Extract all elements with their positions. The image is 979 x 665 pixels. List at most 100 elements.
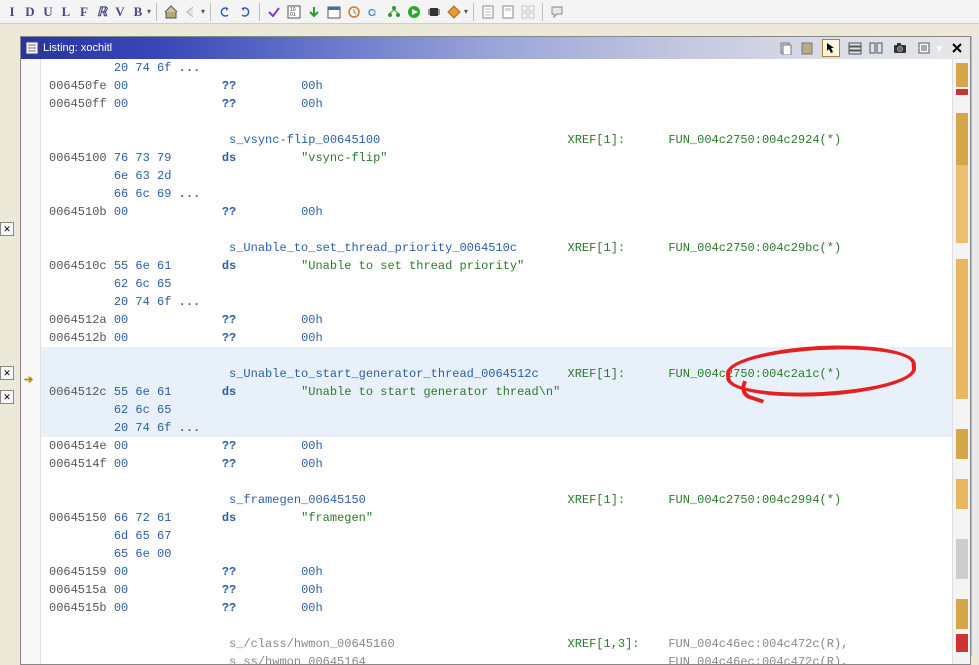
collapsed-panel-close[interactable]: ✕ [0, 222, 14, 236]
listing-row[interactable]: 0064514f 00 ?? 00h [41, 455, 952, 473]
listing-row[interactable]: s_ss/hwmon_00645164 FUN_004c46ec:004c472… [41, 653, 952, 664]
listing-row[interactable]: s_Unable_to_set_thread_priority_0064510c… [41, 239, 952, 257]
filter-letter-U[interactable]: U [40, 3, 56, 21]
cf-icon[interactable]: Cf [365, 3, 383, 21]
symbol-label[interactable]: s_Unable_to_set_thread_priority_0064510c [229, 241, 567, 255]
symbol-label[interactable]: s_framegen_00645150 [229, 493, 567, 507]
listing-row[interactable]: 20 74 6f ... [41, 419, 952, 437]
address[interactable]: 00645150 [49, 511, 114, 525]
listing-code-area[interactable]: 20 74 6f ...006450fe 00 ?? 00h006450ff 0… [41, 59, 952, 664]
collapsed-panel-close[interactable]: ✕ [0, 366, 14, 380]
dropdown-icon[interactable]: ▾ [201, 7, 205, 16]
address[interactable]: 0064515a [49, 583, 114, 597]
listing-row[interactable]: 66 6c 69 ... [41, 185, 952, 203]
listing-row[interactable]: s_Unable_to_start_generator_thread_00645… [41, 365, 952, 383]
history-icon[interactable] [345, 3, 363, 21]
dropdown-icon[interactable]: ▾ [464, 7, 468, 16]
address[interactable]: 0064510b [49, 205, 114, 219]
address[interactable] [49, 529, 114, 543]
cursor-icon[interactable] [822, 39, 840, 57]
listing-row[interactable]: s_vsync-flip_00645100 XREF[1]: FUN_004c2… [41, 131, 952, 149]
address[interactable]: 0064515b [49, 601, 114, 615]
filter-letter-F[interactable]: F [76, 3, 92, 21]
xref-link[interactable]: FUN_004c2750:004c2994(*) [668, 493, 841, 507]
listing-row[interactable]: 0064514e 00 ?? 00h [41, 437, 952, 455]
arrow-down-green-icon[interactable] [305, 3, 323, 21]
diff-icon[interactable] [867, 39, 885, 57]
symbol-label[interactable]: s_vsync-flip_00645100 [229, 133, 567, 147]
xref-link[interactable]: FUN_004c2750:004c2a1c(*) [668, 367, 841, 381]
symbol-label[interactable]: s_Unable_to_start_generator_thread_00645… [229, 367, 567, 381]
filter-letter-B[interactable]: B [130, 3, 146, 21]
address[interactable]: 0064510c [49, 259, 114, 273]
filter-letter-V[interactable]: V [112, 3, 128, 21]
more-indicator[interactable]: ... [179, 295, 201, 309]
address[interactable]: 00645100 [49, 151, 114, 165]
address[interactable] [49, 403, 114, 417]
chat-icon[interactable] [548, 3, 566, 21]
listing-row[interactable]: 0064515a 00 ?? 00h [41, 581, 952, 599]
address[interactable]: 0064512b [49, 331, 114, 345]
copy-icon[interactable] [777, 39, 795, 57]
listing-row[interactable]: 0064510c 55 6e 61 ds "Unable to set thre… [41, 257, 952, 275]
xref-link[interactable]: FUN_004c46ec:004c472c(R), [668, 655, 848, 664]
xref-link[interactable]: FUN_004c2750:004c2924(*) [668, 133, 841, 147]
address[interactable]: 0064514f [49, 457, 114, 471]
sheet-icon[interactable] [479, 3, 497, 21]
menu-icon[interactable] [915, 39, 933, 57]
string-operand[interactable]: "framegen" [301, 511, 373, 525]
string-operand[interactable]: "Unable to set thread priority" [301, 259, 524, 273]
listing-row[interactable] [41, 347, 952, 365]
check-icon[interactable] [265, 3, 283, 21]
address[interactable] [49, 187, 114, 201]
listing-row[interactable]: 00645100 76 73 79 ds "vsync-flip" [41, 149, 952, 167]
listing-row[interactable]: 00645150 66 72 61 ds "framegen" [41, 509, 952, 527]
calendar-icon[interactable] [325, 3, 343, 21]
more-indicator[interactable]: ... [179, 421, 201, 435]
address[interactable] [49, 547, 114, 561]
listing-row[interactable]: 0064512c 55 6e 61 ds "Unable to start ge… [41, 383, 952, 401]
listing-row[interactable]: 0064510b 00 ?? 00h [41, 203, 952, 221]
filter-letter-K[interactable]: ℝ [94, 3, 110, 21]
listing-row[interactable]: 62 6c 65 [41, 275, 952, 293]
address[interactable]: 0064514e [49, 439, 114, 453]
filter-letter-D[interactable]: D [22, 3, 38, 21]
more-indicator[interactable]: ... [179, 187, 201, 201]
more-indicator[interactable]: ... [179, 61, 201, 75]
paste-icon[interactable] [798, 39, 816, 57]
address[interactable] [49, 169, 114, 183]
listing-row[interactable]: 6e 63 2d [41, 167, 952, 185]
dropdown-icon[interactable]: ▾ [147, 7, 151, 16]
address[interactable]: 0064512c [49, 385, 114, 399]
listing-row[interactable]: 20 74 6f ... [41, 59, 952, 77]
string-operand[interactable]: "Unable to start generator thread\n" [301, 385, 560, 399]
listing-row[interactable]: 006450fe 00 ?? 00h [41, 77, 952, 95]
listing-row[interactable] [41, 617, 952, 635]
address[interactable] [49, 61, 114, 75]
listing-row[interactable]: 20 74 6f ... [41, 293, 952, 311]
listing-row[interactable]: 62 6c 65 [41, 401, 952, 419]
collapsed-panel-close[interactable]: ✕ [0, 390, 14, 404]
play-icon[interactable] [405, 3, 423, 21]
filter-letter-I[interactable]: I [4, 3, 20, 21]
chip-icon[interactable] [425, 3, 443, 21]
string-operand[interactable]: "vsync-flip" [301, 151, 387, 165]
listing-row[interactable]: 6d 65 67 [41, 527, 952, 545]
listing-row[interactable]: 65 6e 00 [41, 545, 952, 563]
address[interactable]: 0064512a [49, 313, 114, 327]
address[interactable]: 006450fe [49, 79, 114, 93]
listing-row[interactable] [41, 113, 952, 131]
address[interactable]: 00645159 [49, 565, 114, 579]
diamond-icon[interactable] [445, 3, 463, 21]
dropdown-icon[interactable]: ▾ [936, 42, 942, 55]
listing-row[interactable] [41, 221, 952, 239]
symbol-label[interactable]: s_/class/hwmon_00645160 [229, 637, 567, 651]
listing-row[interactable]: s_/class/hwmon_00645160 XREF[1,3]: FUN_0… [41, 635, 952, 653]
listing-row[interactable] [41, 473, 952, 491]
symbol-label[interactable]: s_ss/hwmon_00645164 [229, 655, 567, 664]
listing-row[interactable]: 0064515b 00 ?? 00h [41, 599, 952, 617]
snapshot-icon[interactable] [891, 39, 909, 57]
undo-icon[interactable] [216, 3, 234, 21]
overview-minimap[interactable] [952, 59, 970, 664]
page-icon[interactable] [499, 3, 517, 21]
